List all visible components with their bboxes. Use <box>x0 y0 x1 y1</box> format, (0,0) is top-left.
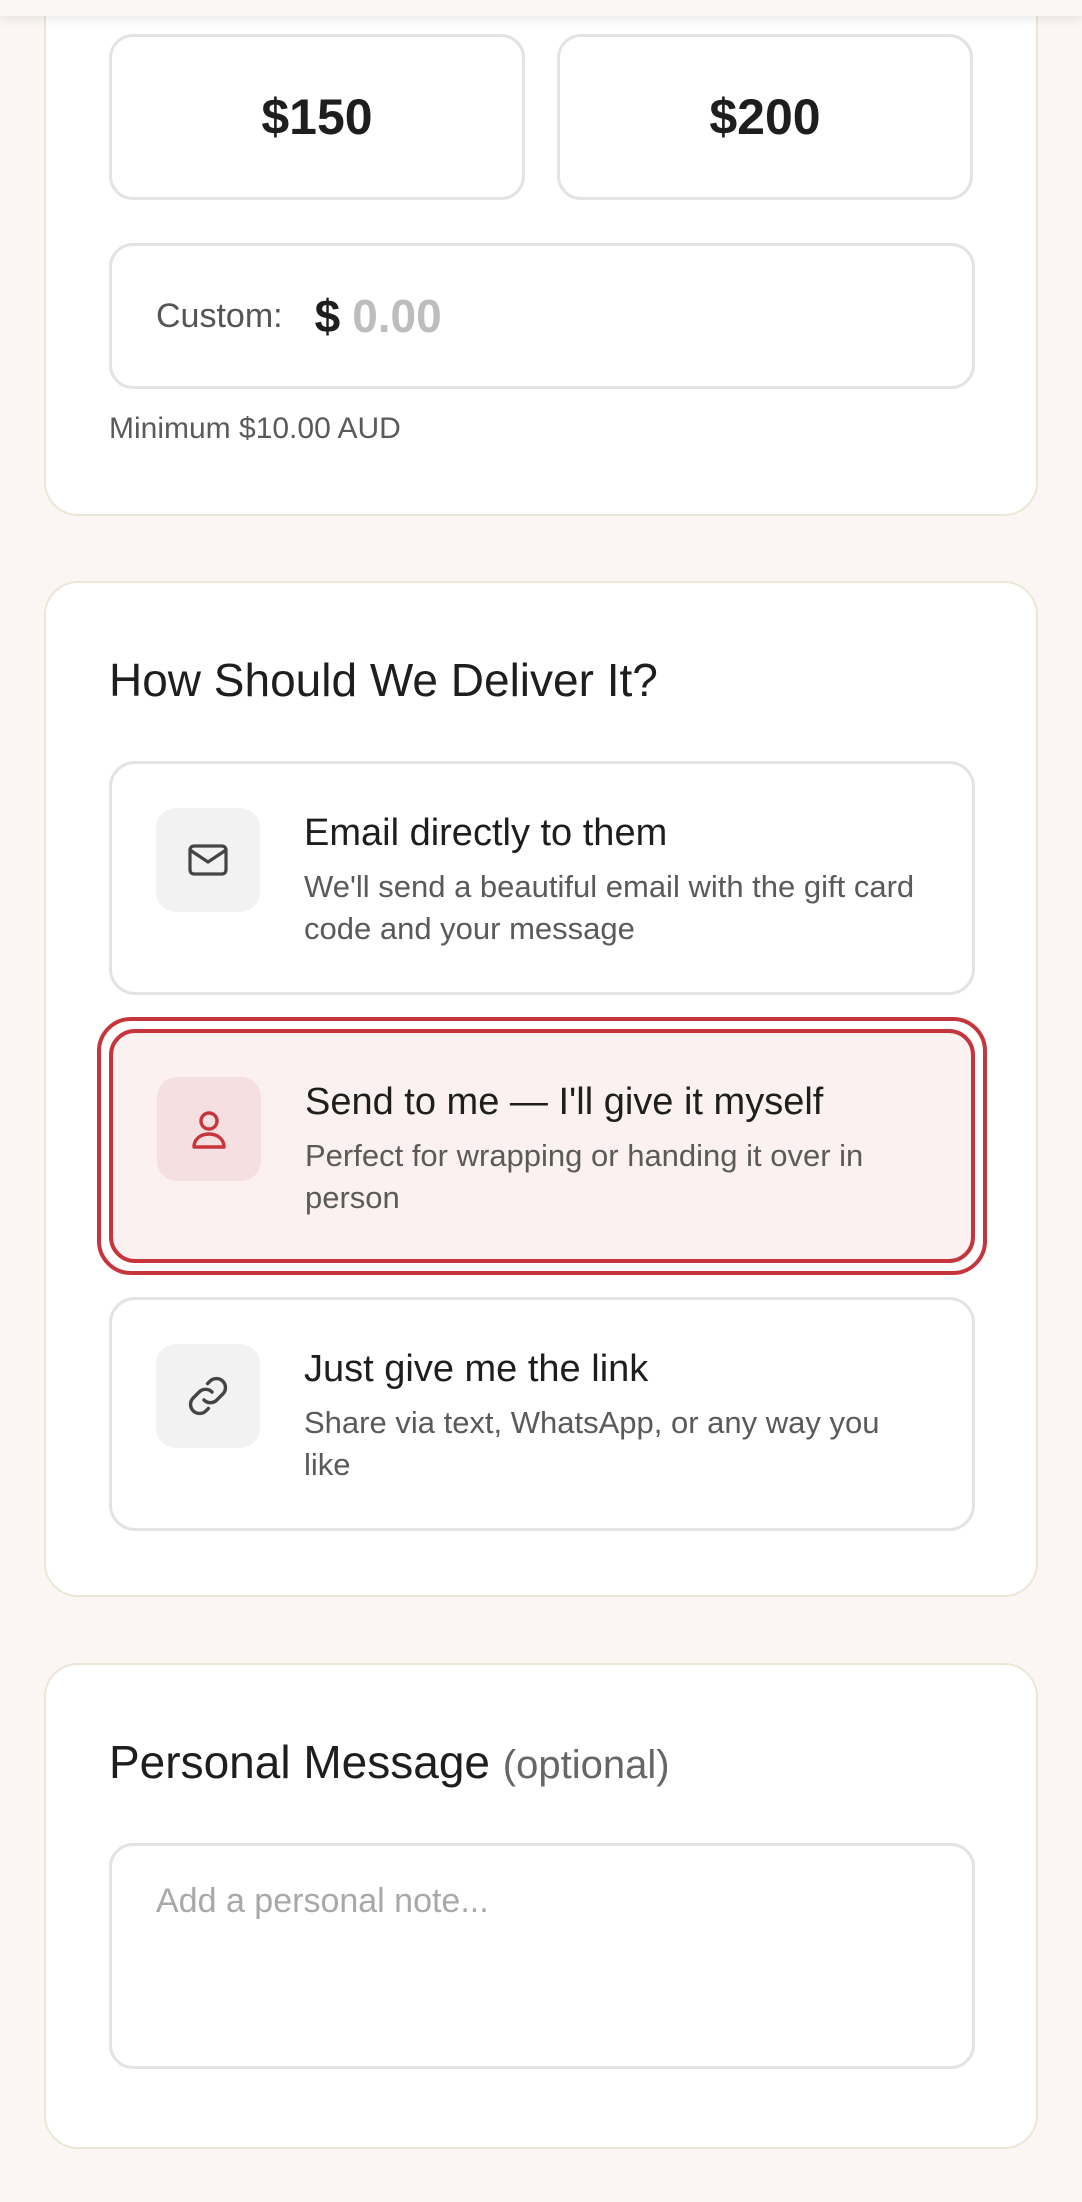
custom-amount-field[interactable]: Custom: $ <box>109 243 975 389</box>
delivery-option-send-to-me[interactable]: Send to me — I'll give it myself Perfect… <box>109 1029 975 1263</box>
custom-amount-label: Custom: <box>156 296 283 335</box>
personal-message-input[interactable] <box>156 1882 928 2030</box>
person-icon <box>157 1077 261 1181</box>
delivery-option-description: Share via text, WhatsApp, or any way you… <box>304 1405 880 1482</box>
currency-symbol: $ <box>314 290 341 342</box>
gift-card-page: $150 $200 Custom: $ Minimum $10.00 AUD H… <box>0 0 1082 2202</box>
delivery-card: How Should We Deliver It? Email directly… <box>44 581 1038 1597</box>
amount-200-button[interactable]: $200 <box>557 34 973 200</box>
message-title: Personal Message <box>109 1736 490 1788</box>
delivery-option-title: Send to me — I'll give it myself <box>305 1081 824 1123</box>
delivery-option-description: Perfect for wrapping or handing it over … <box>305 1138 864 1215</box>
delivery-title: How Should We Deliver It? <box>109 654 658 706</box>
mail-icon <box>156 808 260 912</box>
message-title-row: Personal Message (optional) <box>109 1735 670 1789</box>
minimum-amount-note: Minimum $10.00 AUD <box>109 412 401 445</box>
delivery-option-email[interactable]: Email directly to them We'll send a beau… <box>109 761 975 995</box>
delivery-option-description: We'll send a beautiful email with the gi… <box>304 869 915 946</box>
delivery-option-title: Just give me the link <box>304 1348 649 1390</box>
link-icon <box>156 1344 260 1448</box>
amount-150-button[interactable]: $150 <box>109 34 525 200</box>
header-edge <box>0 0 1082 16</box>
message-card: Personal Message (optional) <box>44 1663 1038 2149</box>
optional-label: (optional) <box>502 1743 670 1787</box>
amount-card: $150 $200 Custom: $ Minimum $10.00 AUD <box>44 0 1038 516</box>
delivery-option-link[interactable]: Just give me the link Share via text, Wh… <box>109 1297 975 1531</box>
personal-message-field[interactable] <box>109 1843 975 2069</box>
custom-amount-input[interactable] <box>352 289 853 343</box>
delivery-option-title: Email directly to them <box>304 812 668 854</box>
